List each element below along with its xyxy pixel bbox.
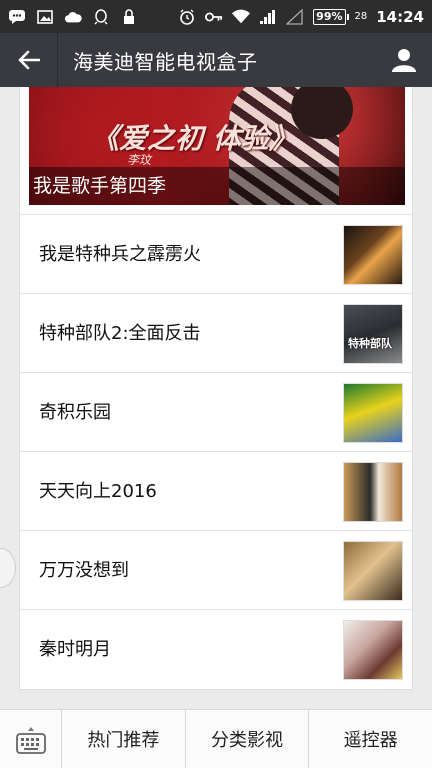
battery-icon: 99% [313,8,349,25]
cloud-icon [64,9,82,25]
edge-swipe-handle[interactable] [0,548,16,588]
list-item-title: 特种部队2:全面反击 [39,323,201,344]
signal-empty-icon [286,8,304,25]
alarm-icon [178,9,196,25]
lock-icon [120,8,138,25]
chat-icon [8,9,26,25]
list-item-thumbnail [343,383,403,443]
list-item-title: 奇积乐园 [39,402,111,423]
clock: 14:24 [376,7,424,26]
list-item-title: 天天向上2016 [39,481,157,502]
banner[interactable]: 《爱之初 体验》 李玟 我是歌手第四季 [29,87,405,205]
list-item-thumbnail [343,462,403,522]
key-icon [205,9,223,25]
keyboard-toggle-button[interactable] [0,710,62,768]
list-item[interactable]: 奇积乐园 [20,372,412,451]
person-icon [392,49,416,72]
keyboard-icon [15,726,46,754]
bottom-menu: 热门推荐 分类影视 遥控器 [0,709,432,768]
banner-caption: 我是歌手第四季 [29,167,405,205]
list-item-thumbnail [343,541,403,601]
image-icon [36,9,54,25]
list-item-thumbnail: 特种部队 [343,304,403,364]
title-bar: 海美迪智能电视盒子 [0,33,432,87]
back-button[interactable] [0,33,58,87]
thumbnail-text: 特种部队 [348,337,392,350]
content-card: 《爱之初 体验》 李玟 我是歌手第四季 我是特种兵之霹雳火 特种部队2:全面反击… [19,87,413,690]
list-item-title: 万万没想到 [39,560,129,581]
list-item[interactable]: 万万没想到 [20,530,412,609]
list-item-thumbnail [343,620,403,680]
list-item[interactable]: 秦时明月 [20,609,412,688]
menu-remote-control[interactable]: 遥控器 [309,710,432,768]
profile-button[interactable] [376,33,432,87]
signal-icon [259,9,277,25]
menu-hot-recommend[interactable]: 热门推荐 [62,710,186,768]
status-bar: 99% 28 14:24 [0,0,432,33]
list-item-title: 我是特种兵之霹雳火 [39,244,201,265]
wifi-icon [232,9,251,25]
list-item[interactable]: 我是特种兵之霹雳火 [20,214,412,293]
banner-art-subtitle: 李玟 [127,153,152,167]
qq-icon [92,8,110,25]
banner-art-title: 《爱之初 体验》 [91,122,297,155]
list-item[interactable]: 特种部队2:全面反击 特种部队 [20,293,412,372]
list-item-thumbnail [343,225,403,285]
list-item[interactable]: 天天向上2016 [20,451,412,530]
banner-head [291,87,353,139]
menu-category-videos[interactable]: 分类影视 [186,710,310,768]
page-title: 海美迪智能电视盒子 [73,49,258,74]
signal-label: 28 [354,11,368,22]
list-item-title: 秦时明月 [39,639,111,660]
arrow-left-icon [18,50,40,70]
